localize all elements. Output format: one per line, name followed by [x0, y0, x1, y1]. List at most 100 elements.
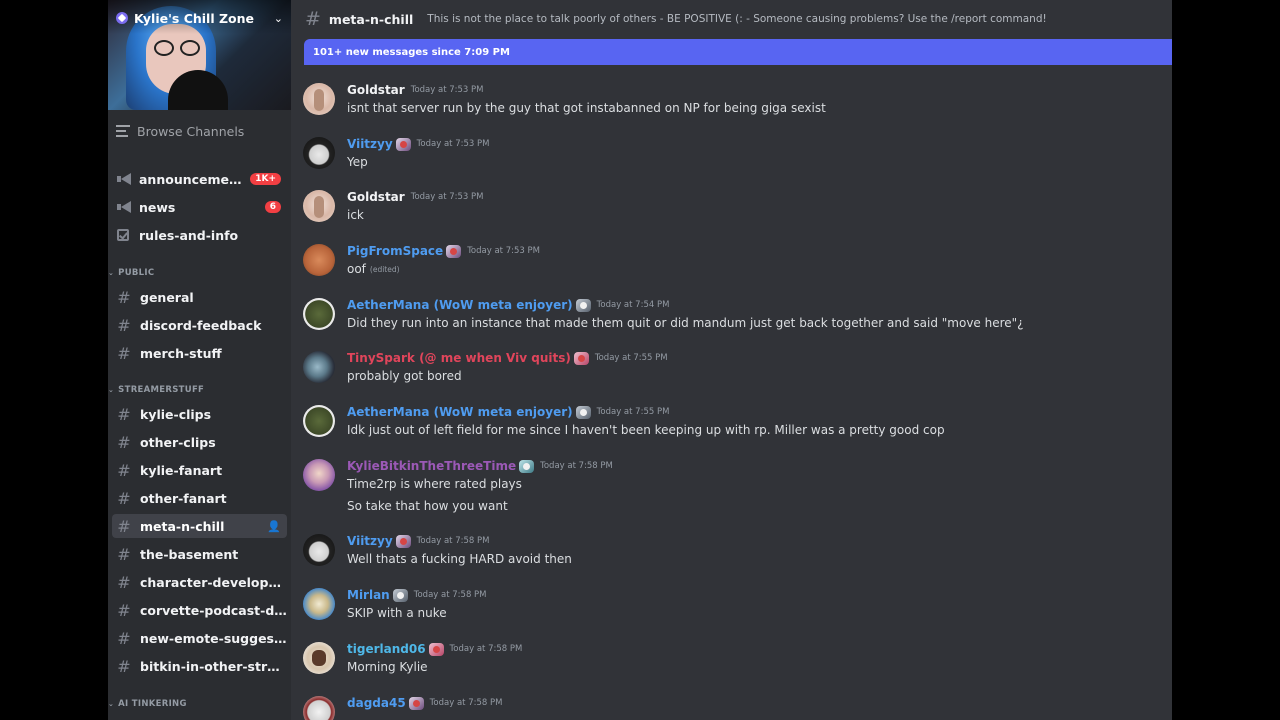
browse-channels-icon — [116, 125, 130, 137]
channel-discord-feedback[interactable]: # discord-feedback — [112, 313, 287, 337]
avatar[interactable] — [303, 351, 335, 383]
channel-other-clips[interactable]: # other-clips — [112, 430, 287, 454]
avatar[interactable] — [303, 244, 335, 276]
pink-badge-icon[interactable] — [428, 642, 444, 656]
anime-badge-icon[interactable] — [408, 696, 424, 710]
channel-kylie-fanart[interactable]: # kylie-fanart — [112, 458, 287, 482]
avatar[interactable] — [303, 83, 335, 115]
anime-badge-icon[interactable] — [395, 137, 411, 151]
channel-announcements[interactable]: announcements 1K+ — [112, 167, 287, 191]
message-author[interactable]: PigFromSpace — [347, 244, 443, 258]
hash-icon: # — [117, 488, 131, 508]
hash-icon: # — [117, 287, 131, 307]
channel-new-emote-suggestions[interactable]: # new-emote-suggestions — [112, 626, 287, 650]
message-author[interactable]: AetherMana (WoW meta enjoyer) — [347, 405, 573, 419]
browse-channels-button[interactable]: Browse Channels — [116, 121, 244, 141]
new-messages-label: 101+ new messages since 7:09 PM — [313, 46, 510, 58]
category-label: AI TINKERING — [118, 699, 187, 709]
channel-bitkin-in-other-streams[interactable]: # bitkin-in-other-streams — [112, 654, 287, 678]
message-author[interactable]: Viitzyy — [347, 137, 393, 151]
server-banner: Kylie's Chill Zone ⌄ — [108, 0, 291, 110]
gear-badge-icon[interactable] — [392, 588, 408, 602]
megaphone-icon — [117, 201, 131, 213]
channel-other-fanart[interactable]: # other-fanart — [112, 486, 287, 510]
channel-label: other-clips — [140, 434, 216, 450]
anime-badge-icon[interactable] — [446, 244, 462, 258]
message-timestamp: Today at 7:58 PM — [413, 590, 487, 600]
chevron-down-icon: ⌄ — [108, 269, 115, 277]
hash-icon: # — [117, 460, 131, 480]
message-content: SKIP with a nuke — [347, 606, 447, 620]
avatar[interactable] — [303, 459, 335, 491]
invite-user-icon[interactable]: 👤 — [267, 520, 281, 533]
hash-icon: # — [305, 8, 321, 30]
message-content: Idk just out of left field for me since … — [347, 423, 945, 437]
new-messages-bar[interactable]: 101+ new messages since 7:09 PM — [304, 39, 1172, 65]
message-author[interactable]: Viitzyy — [347, 534, 393, 548]
channel-merch-stuff[interactable]: # merch-stuff — [112, 341, 287, 365]
channel-label: announcements — [139, 171, 251, 187]
chevron-down-icon: ⌄ — [108, 700, 115, 708]
gear-badge-icon[interactable] — [575, 298, 591, 312]
message-author[interactable]: Mirlan — [347, 588, 390, 602]
message-content: Yep — [347, 155, 368, 169]
pink-badge-icon[interactable] — [573, 351, 589, 365]
message-author[interactable]: dagda45 — [347, 696, 406, 710]
channel-sidebar: Kylie's Chill Zone ⌄ Browse Channels ann… — [108, 0, 291, 720]
channel-topic[interactable]: This is not the place to talk poorly of … — [427, 13, 1046, 25]
message-author[interactable]: AetherMana (WoW meta enjoyer) — [347, 298, 573, 312]
channel-header: # meta-n-chill This is not the place to … — [291, 0, 1172, 38]
chevron-down-icon[interactable]: ⌄ — [274, 12, 283, 25]
gear-badge-icon[interactable] — [575, 405, 591, 419]
message-timestamp: Today at 7:53 PM — [410, 85, 484, 95]
message-author[interactable]: Goldstar — [347, 83, 405, 97]
channel-rules-and-info[interactable]: rules-and-info — [112, 223, 287, 247]
category-public[interactable]: ⌄ PUBLIC — [108, 266, 154, 280]
message-author[interactable]: tigerland06 — [347, 642, 426, 656]
channel-the-basement[interactable]: # the-basement — [112, 542, 287, 566]
avatar[interactable] — [303, 298, 335, 330]
hash-icon: # — [117, 656, 131, 676]
channel-news[interactable]: news 6 — [112, 195, 287, 219]
avatar[interactable] — [303, 642, 335, 674]
message-author[interactable]: TinySpark (@ me when Viv quits) — [347, 351, 571, 365]
category-label: STREAMERSTUFF — [118, 385, 205, 395]
message-timestamp: Today at 7:58 PM — [416, 536, 490, 546]
hash-icon: # — [117, 600, 131, 620]
channel-label: general — [140, 289, 194, 305]
message-author[interactable]: Goldstar — [347, 190, 405, 204]
avatar[interactable] — [303, 534, 335, 566]
letterbox-right — [1172, 0, 1280, 720]
channel-meta-n-chill[interactable]: # meta-n-chill 👤 — [112, 514, 287, 538]
message-content: isnt that server run by the guy that got… — [347, 101, 826, 115]
channel-general[interactable]: # general — [112, 285, 287, 309]
server-header[interactable]: Kylie's Chill Zone ⌄ — [108, 0, 291, 36]
avatar[interactable] — [303, 137, 335, 169]
anime-badge-icon[interactable] — [395, 534, 411, 548]
teal-badge-icon[interactable] — [519, 459, 535, 473]
channel-label: character-development — [140, 574, 287, 590]
server-name: Kylie's Chill Zone — [134, 10, 255, 26]
hash-icon: # — [117, 516, 131, 536]
message-content: Time2rp is where rated plays — [347, 477, 522, 491]
category-ai-tinkering[interactable]: ⌄ AI TINKERING — [108, 697, 187, 711]
channel-label: merch-stuff — [140, 345, 222, 361]
channel-title: meta-n-chill — [328, 11, 414, 27]
channel-label: news — [139, 199, 176, 215]
channel-character-development[interactable]: # character-development — [112, 570, 287, 594]
megaphone-icon — [117, 173, 131, 185]
category-streamerstuff[interactable]: ⌄ STREAMERSTUFF — [108, 383, 204, 397]
channel-corvette-podcast[interactable]: # corvette-podcast-discu... — [112, 598, 287, 622]
channel-label: new-emote-suggestions — [140, 630, 287, 646]
channel-kylie-clips[interactable]: # kylie-clips — [112, 402, 287, 426]
avatar[interactable] — [303, 588, 335, 620]
avatar[interactable] — [303, 190, 335, 222]
hash-icon: # — [117, 343, 131, 363]
message-timestamp: Today at 7:55 PM — [594, 353, 668, 363]
avatar[interactable] — [303, 405, 335, 437]
message-text: oof — [347, 262, 366, 276]
avatar[interactable] — [303, 696, 335, 720]
category-label: PUBLIC — [118, 268, 155, 278]
message-timestamp: Today at 7:54 PM — [596, 300, 670, 310]
message-author[interactable]: KylieBitkinTheThreeTime — [347, 459, 516, 473]
